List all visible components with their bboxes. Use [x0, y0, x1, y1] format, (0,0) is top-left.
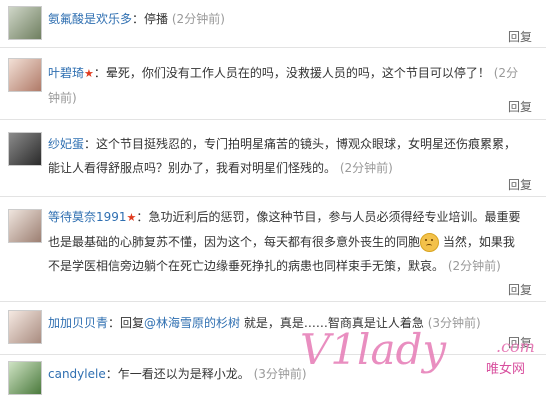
star-badge-icon: ★	[126, 211, 137, 224]
username-link[interactable]: 纱妃蛋	[48, 137, 84, 151]
timestamp: (2分钟前)	[171, 12, 225, 26]
timestamp: (2分钟前)	[447, 259, 501, 273]
reply-button[interactable]: 回复	[508, 28, 532, 45]
comment-text: 停播	[144, 12, 169, 26]
comment-item: 纱妃蛋：这个节目挺残忍的，专门拍明星痛苦的镜头，博观众眼球，女明星还伤痕累累，能…	[0, 120, 546, 197]
comment-item: 氨氟酸是欢乐多：停播 (2分钟前) 回复	[0, 0, 546, 48]
watermark-logo: V1lady	[300, 325, 447, 374]
reply-button[interactable]: 回复	[508, 98, 532, 115]
comment-text: 这个节目挺残忍的，专门拍明星痛苦的镜头，博观众眼球，女明星还伤痕累累，能让人看得…	[48, 137, 517, 175]
reply-button[interactable]: 回复	[508, 176, 532, 193]
site-watermark: V1lady .com 唯女网	[300, 325, 540, 400]
mention-link[interactable]: @林海雪原的杉树	[144, 316, 240, 330]
avatar[interactable]	[8, 132, 42, 166]
avatar[interactable]	[8, 209, 42, 243]
username-link[interactable]: 叶碧琦	[48, 66, 84, 80]
comment-text: 晕死，你们没有工作人员在的吗，没救援人员的吗，这个节目可以停了！	[105, 66, 490, 80]
avatar[interactable]	[8, 58, 42, 92]
username-link[interactable]: 等待莫奈1991	[48, 210, 127, 224]
timestamp: (3分钟前)	[253, 367, 307, 381]
username-link[interactable]: candylele	[48, 367, 106, 381]
avatar[interactable]	[8, 6, 42, 40]
watermark-site-name: 唯女网	[486, 362, 526, 377]
comment-text: 回复	[120, 316, 145, 330]
comment-text: 乍一看还以为是释小龙。	[117, 367, 250, 381]
reply-button[interactable]: 回复	[508, 281, 532, 298]
comment-item: 等待莫奈1991★：急功近利后的惩罚，像这种节目，参与人员必须得经专业培训。最重…	[0, 197, 546, 302]
sad-face-icon	[420, 233, 440, 252]
avatar[interactable]	[8, 361, 42, 395]
watermark-domain: .com	[496, 337, 535, 356]
avatar[interactable]	[8, 310, 42, 344]
username-link[interactable]: 氨氟酸是欢乐多	[48, 12, 132, 26]
star-badge-icon: ★	[84, 67, 94, 80]
comment-item: 叶碧琦★：晕死，你们没有工作人员在的吗，没救援人员的吗，这个节目可以停了！ (2…	[0, 48, 546, 120]
timestamp: (2分钟前)	[339, 161, 393, 175]
username-link[interactable]: 加加贝贝青	[48, 316, 108, 330]
